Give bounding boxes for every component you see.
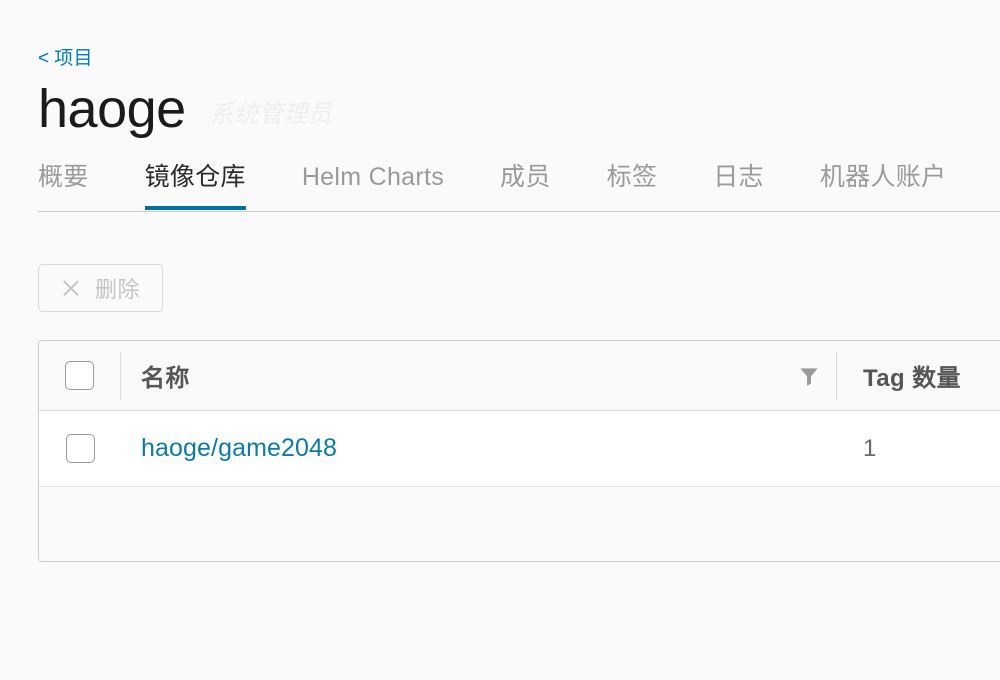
table-footer (39, 487, 1000, 561)
tab-repositories-label: 镜像仓库 (144, 163, 246, 191)
tab-labels-label: 标签 (606, 163, 658, 191)
table-header-row: 名称 Tag 数量 (39, 341, 1000, 411)
table-action-bar: 删除 (38, 264, 1000, 312)
project-role-label: 系统管理员 (209, 101, 333, 128)
table-row[interactable]: haoge/game2048 1 (39, 411, 1000, 487)
tag-count-value: 1 (863, 434, 877, 462)
column-header-tag-count[interactable]: Tag 数量 (837, 352, 1000, 400)
tab-repositories[interactable]: 镜像仓库 (144, 154, 247, 210)
column-header-name[interactable]: 名称 (121, 351, 837, 400)
page-title: haoge (38, 79, 186, 139)
select-all-cell (39, 351, 121, 400)
project-tab-bar: 概要 镜像仓库 Helm Charts 成员 标签 日志 机器人账户 (38, 154, 1000, 212)
tab-helm-charts[interactable]: Helm Charts (302, 154, 444, 210)
tab-logs-label: 日志 (713, 163, 764, 191)
breadcrumb-label: 项目 (54, 48, 93, 69)
tab-robot-accounts[interactable]: 机器人账户 (820, 154, 947, 210)
page-title-row: haoge 系统管理员 (38, 78, 1000, 140)
project-detail-page: < 项目 haoge 系统管理员 概要 镜像仓库 Helm Charts 成员 标签 日志 机… (0, 0, 1000, 680)
repositories-table: 名称 Tag 数量 haoge/game2048 1 (38, 340, 1000, 562)
column-header-name-label: 名称 (141, 365, 190, 392)
filter-funnel-icon[interactable] (796, 363, 822, 389)
delete-button-label: 删除 (95, 277, 141, 302)
tab-summary-label: 概要 (38, 163, 89, 191)
select-all-checkbox[interactable] (65, 361, 94, 390)
close-icon (61, 278, 81, 298)
tab-labels[interactable]: 标签 (607, 154, 658, 210)
chevron-left-icon: < (38, 48, 50, 69)
tab-members[interactable]: 成员 (500, 154, 551, 210)
tab-members-label: 成员 (500, 163, 551, 191)
cell-tag-count: 1 (837, 411, 1000, 486)
repository-link[interactable]: haoge/game2048 (141, 434, 337, 463)
cell-repository-name: haoge/game2048 (121, 411, 837, 486)
tab-robot-accounts-label: 机器人账户 (819, 163, 947, 191)
row-checkbox[interactable] (65, 434, 95, 463)
row-select-cell (39, 411, 121, 486)
breadcrumb-back-to-projects[interactable]: < 项目 (38, 0, 93, 72)
tab-logs[interactable]: 日志 (713, 154, 764, 210)
delete-button[interactable]: 删除 (38, 264, 164, 312)
column-header-tag-count-label: Tag 数量 (863, 365, 961, 392)
tab-helm-charts-label: Helm Charts (301, 163, 445, 191)
tab-summary[interactable]: 概要 (38, 154, 89, 210)
